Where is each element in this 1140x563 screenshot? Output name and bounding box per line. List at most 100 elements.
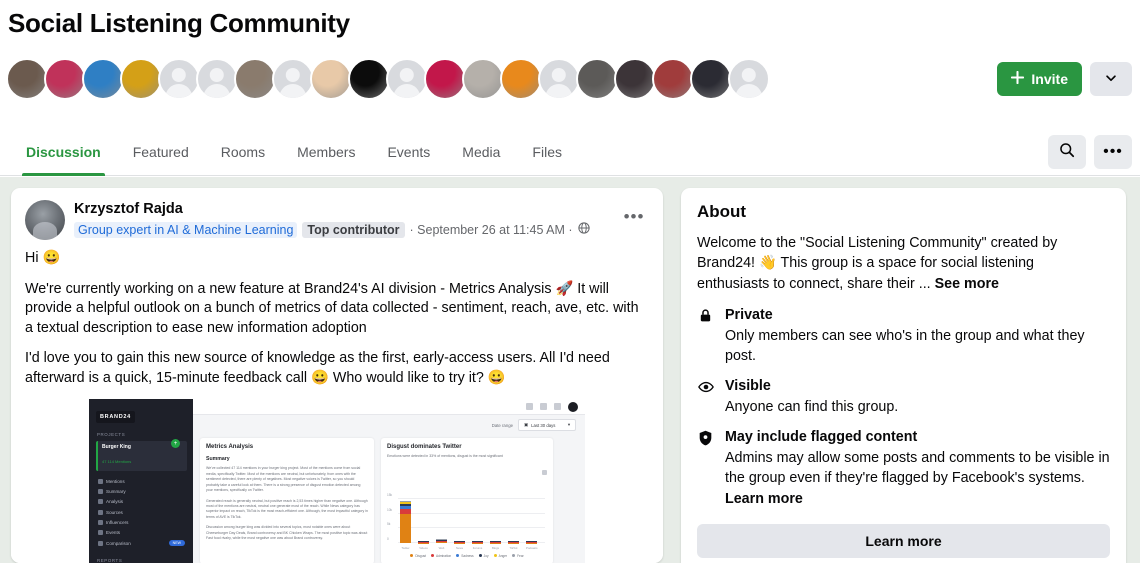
project-mentions: 47 114 Mentions (102, 459, 132, 465)
chart-menu-icon[interactable] (542, 469, 547, 475)
gear-icon[interactable] (540, 403, 547, 411)
member-avatar[interactable] (652, 58, 694, 100)
sidebar-item-analysis[interactable]: Analysis (96, 497, 187, 507)
bar-videos[interactable] (418, 540, 429, 543)
member-avatar[interactable] (690, 58, 732, 100)
member-avatar[interactable] (386, 58, 428, 100)
about-card: About Welcome to the "Social Listening C… (681, 188, 1126, 563)
content-area: Krzysztof Rajda Group expert in AI & Mac… (0, 177, 1140, 563)
member-avatar[interactable] (728, 58, 770, 100)
invite-button[interactable]: Invite (997, 62, 1082, 96)
member-avatar[interactable] (44, 58, 86, 100)
tab-members[interactable]: Members (281, 128, 371, 175)
sidebar-item-label: Mentions (106, 479, 125, 485)
member-avatar[interactable] (614, 58, 656, 100)
bar-web[interactable] (436, 539, 447, 543)
member-avatar[interactable] (272, 58, 314, 100)
member-avatar[interactable] (500, 58, 542, 100)
brand-logo: BRAND24 (96, 411, 135, 424)
legend-label: Disgust (415, 553, 426, 558)
tab-featured[interactable]: Featured (117, 128, 205, 175)
download-icon[interactable] (554, 403, 561, 411)
sidebar-item-influencers[interactable]: Influencers (96, 517, 187, 527)
globe-icon (577, 222, 590, 237)
more-options-button[interactable]: ••• (1094, 134, 1132, 169)
member-avatar[interactable] (310, 58, 352, 100)
member-avatar[interactable] (158, 58, 200, 100)
sidebar-item-comparison[interactable]: Comparison NEW (96, 538, 187, 549)
member-avatar[interactable] (82, 58, 124, 100)
member-avatar[interactable] (234, 58, 276, 100)
legend-label: Sadness (461, 553, 474, 558)
sidebar-item-sources[interactable]: Sources (96, 507, 187, 517)
bar-news[interactable] (454, 540, 465, 543)
legend-item-disgust[interactable]: Disgust (410, 554, 426, 558)
member-avatar[interactable] (576, 58, 618, 100)
menu-icon (98, 540, 103, 546)
reports-label: REPORTS (97, 557, 123, 563)
menu-icon (98, 499, 103, 505)
date-range-control[interactable]: Date range ▣ Last 30 days ▾ (193, 415, 585, 432)
sidebar-item-events[interactable]: Events (96, 527, 187, 537)
user-avatar-icon[interactable] (568, 401, 578, 412)
about-item-may-include-flagged-content: May include flagged content Admins may al… (697, 428, 1110, 509)
bar-podcasts[interactable] (526, 540, 537, 543)
date-range-label: Date range (491, 422, 513, 428)
legend-item-anger[interactable]: Anger (493, 554, 507, 558)
member-avatar[interactable] (6, 58, 48, 100)
about-item-description: Admins may allow some posts and comments… (725, 448, 1110, 509)
legend-item-fear[interactable]: Fear (512, 554, 524, 558)
post-timestamp[interactable]: · September 26 at 11:45 AM · (410, 223, 573, 237)
calendar-icon: ▣ (524, 422, 529, 428)
metrics-analysis-panel: Metrics Analysis Summary We've collected… (200, 438, 374, 563)
member-avatar[interactable] (538, 58, 580, 100)
date-range-select[interactable]: ▣ Last 30 days ▾ (518, 419, 576, 432)
bar-twitter[interactable] (400, 501, 411, 543)
post-author-name[interactable]: Krzysztof Rajda (74, 200, 619, 220)
y-axis-tick-label: 5k (387, 522, 391, 527)
eye-icon (697, 377, 714, 417)
learn-more-link[interactable]: Learn more (725, 491, 803, 507)
save-icon[interactable] (526, 403, 533, 411)
emotions-chart-panel: Disgust dominates Twitter Emotions were … (381, 438, 553, 563)
legend-item-joy[interactable]: Joy (478, 554, 489, 558)
tab-files[interactable]: Files (516, 128, 578, 175)
member-avatar[interactable] (462, 58, 504, 100)
sidebar-item-mentions[interactable]: Mentions (96, 476, 187, 486)
member-avatar-row[interactable] (6, 58, 770, 100)
top-contributor-badge[interactable]: Top contributor (302, 221, 405, 238)
invite-dropdown-button[interactable] (1090, 62, 1132, 96)
shield-icon (697, 428, 714, 509)
avatar[interactable] (25, 200, 65, 240)
see-more-link[interactable]: See more (935, 276, 999, 292)
tab-rooms[interactable]: Rooms (205, 128, 281, 175)
sidebar-item-label: Summary (106, 489, 126, 495)
member-avatar[interactable] (348, 58, 390, 100)
search-icon (1059, 142, 1075, 161)
tab-discussion[interactable]: Discussion (10, 128, 117, 176)
tab-bar: Discussion Featured Rooms Members Events Medi… (0, 128, 1140, 176)
about-item-private: Private Only members can see who's in the… (697, 306, 1110, 366)
search-button[interactable] (1048, 134, 1086, 169)
member-avatar[interactable] (120, 58, 162, 100)
learn-more-button[interactable]: Learn more (697, 523, 1110, 558)
x-axis-tick-label: Web (438, 545, 445, 550)
post-paragraph: I'd love you to gain this new source of … (25, 350, 610, 386)
legend-item-admiration[interactable]: Admiration (430, 554, 451, 558)
member-avatar[interactable] (424, 58, 466, 100)
group-expert-badge[interactable]: Group expert in AI & Machine Learning (74, 221, 298, 238)
y-axis-tick-label: 0 (387, 536, 389, 541)
tab-events[interactable]: Events (371, 128, 446, 175)
tab-media[interactable]: Media (446, 128, 516, 175)
sidebar-item-summary[interactable]: Summary (96, 487, 187, 497)
member-avatar[interactable] (196, 58, 238, 100)
post-more-button[interactable]: ••• (619, 202, 649, 232)
dashboard-page-title: Metrics Analysis (206, 444, 254, 451)
chevron-down-icon (1104, 71, 1118, 88)
bar-forums[interactable] (472, 540, 483, 543)
feed-column: Krzysztof Rajda Group expert in AI & Mac… (11, 188, 663, 563)
bar-blogs[interactable] (490, 540, 501, 543)
legend-item-sadness[interactable]: Sadness (456, 553, 474, 558)
bar-tiktok[interactable] (508, 540, 519, 543)
post-attachment-image[interactable]: BRAND24 PROJECTS + Burger King 47 114 Me… (11, 399, 663, 563)
